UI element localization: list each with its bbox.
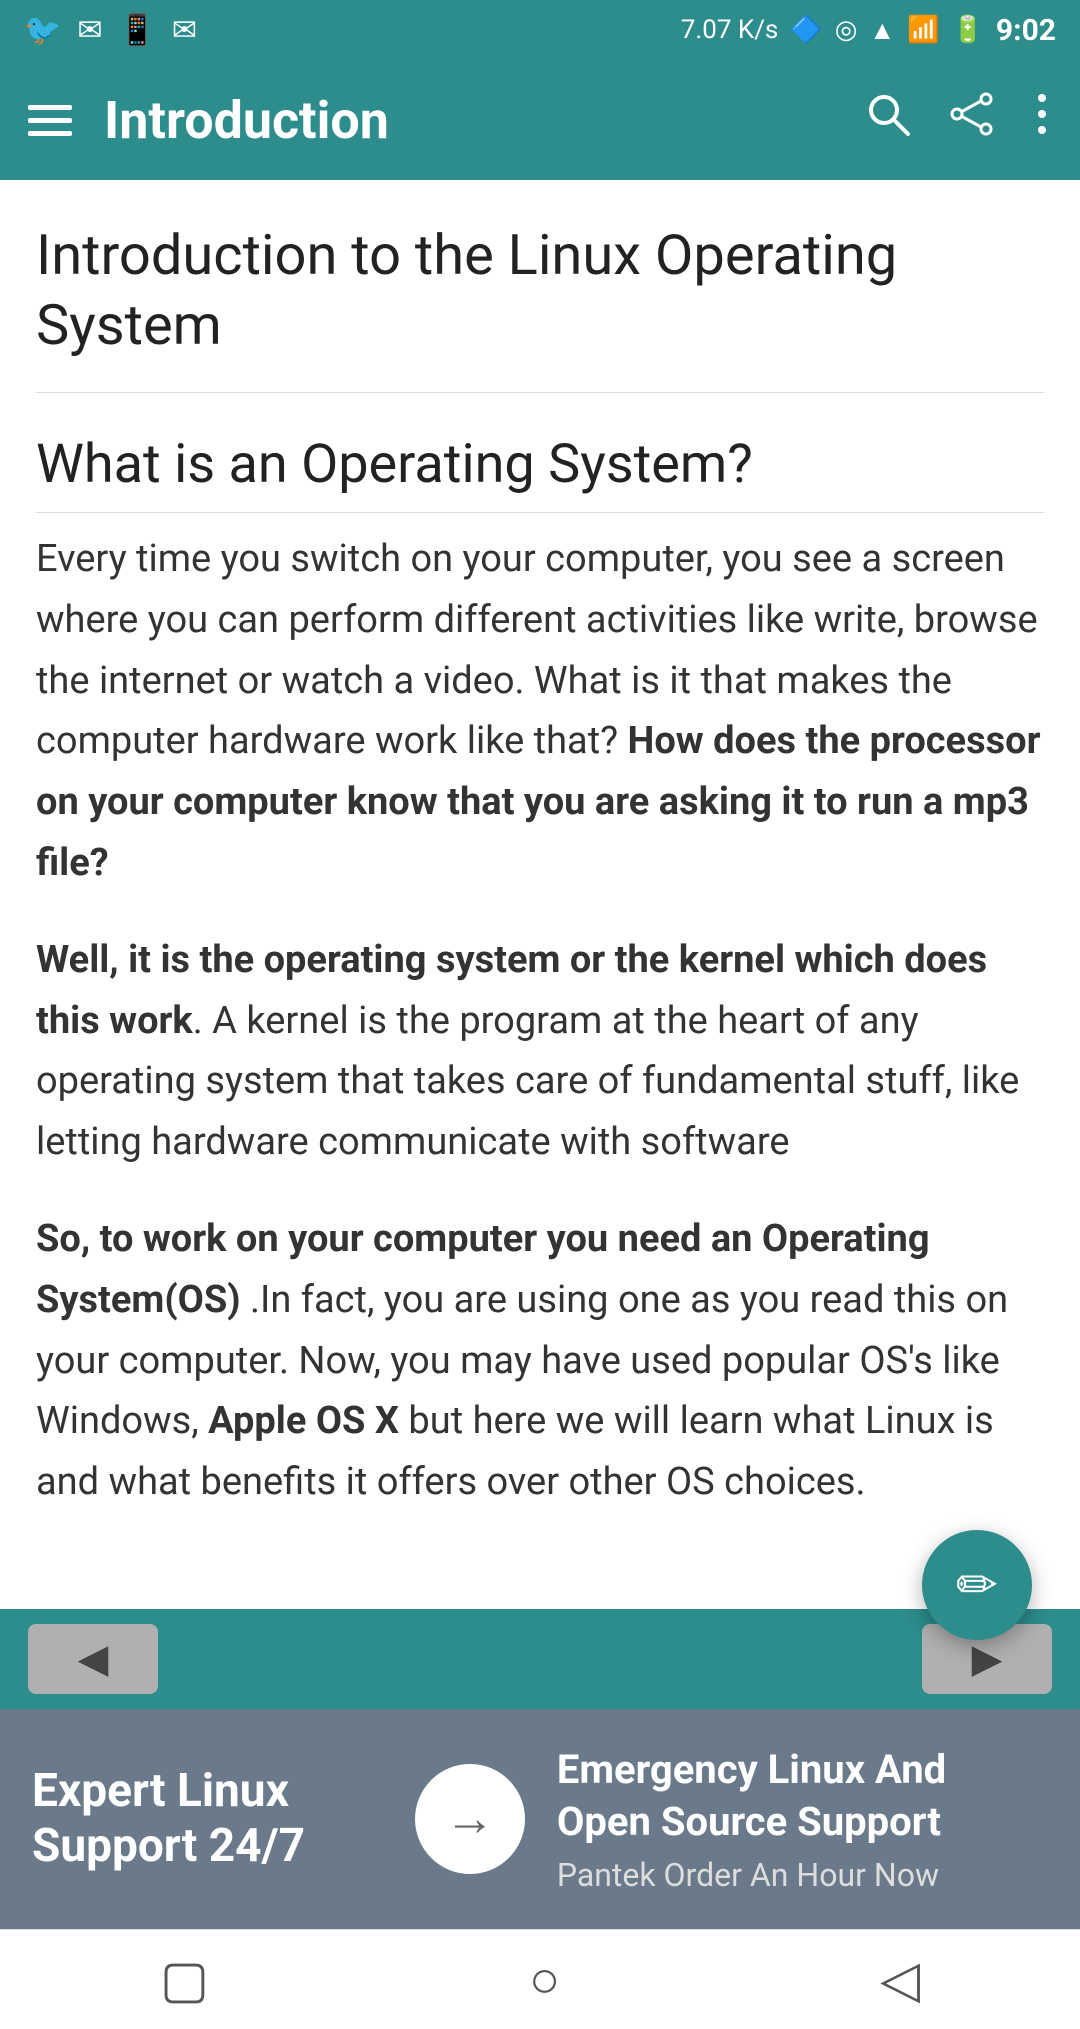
search-button[interactable] (864, 90, 912, 150)
ad-arrow-button[interactable]: → (415, 1764, 525, 1874)
more-options-button[interactable] (1032, 90, 1052, 150)
mail-icon: ✉ (77, 13, 102, 48)
section-heading: What is an Operating System? (36, 433, 1044, 513)
sim-icon: 📱 (119, 13, 156, 48)
back-nav-button[interactable]: ◁ (880, 1949, 920, 2010)
ad-right-sub: Pantek Order An Hour Now (557, 1856, 1048, 1894)
bluetooth-icon: 🔷 (790, 15, 822, 45)
bottom-navigation: ▢ ○ ◁ (0, 1929, 1080, 2029)
square-nav-button[interactable]: ▢ (160, 1949, 209, 2010)
paragraph-3: So, to work on your computer you need an… (36, 1209, 1044, 1513)
status-left-icons: 🐦 ✉ 📱 ✉ (24, 13, 197, 48)
ad-right-title: Emergency Linux And Open Source Support (557, 1744, 1048, 1848)
share-button[interactable] (948, 90, 996, 150)
ad-right-block: Emergency Linux And Open Source Support … (557, 1744, 1048, 1894)
speed-text: 7.07 K/s (681, 15, 779, 45)
battery-icon: 🔋 (952, 15, 984, 45)
ad-headline: Expert Linux Support 24/7 (32, 1764, 305, 1873)
circle-nav-button[interactable]: ○ (529, 1949, 560, 2010)
time-display: 9:02 (996, 13, 1056, 48)
edit-icon: ✏ (956, 1556, 998, 1615)
ad-left-text: Expert Linux Support 24/7 (32, 1764, 383, 1874)
wifi-icon: ▲ (869, 15, 895, 46)
next-icon: ▶ (972, 1636, 1003, 1682)
prev-button[interactable]: ◀ (28, 1624, 158, 1694)
mail2-icon: ✉ (172, 13, 197, 48)
article-content: Introduction to the Linux Operating Syst… (0, 180, 1080, 1609)
signal-icon: 📶 (907, 15, 939, 45)
navigation-bar: ◀ ▶ (0, 1609, 1080, 1709)
paragraph-1: Every time you switch on your computer, … (36, 529, 1044, 894)
media-icon: ◎ (835, 15, 858, 45)
paragraph-2: Well, it is the operating system or the … (36, 930, 1044, 1173)
status-bar: 🐦 ✉ 📱 ✉ 7.07 K/s 🔷 ◎ ▲ 📶 🔋 9:02 (0, 0, 1080, 60)
menu-button[interactable] (28, 105, 72, 136)
toolbar-title: Introduction (104, 90, 864, 151)
paragraph-3-bold2: Apple OS X (208, 1399, 399, 1443)
toolbar-action-icons (864, 90, 1052, 150)
advertisement-banner[interactable]: Expert Linux Support 24/7 → Emergency Li… (0, 1709, 1080, 1929)
toolbar: Introduction (0, 60, 1080, 180)
status-right-area: 7.07 K/s 🔷 ◎ ▲ 📶 🔋 9:02 (681, 13, 1056, 48)
edit-fab-button[interactable]: ✏ (922, 1530, 1032, 1640)
ad-arrow-icon: → (445, 1789, 495, 1848)
article-title: Introduction to the Linux Operating Syst… (36, 220, 1044, 393)
prev-icon: ◀ (78, 1636, 109, 1682)
twitter-icon: 🐦 (24, 13, 61, 48)
